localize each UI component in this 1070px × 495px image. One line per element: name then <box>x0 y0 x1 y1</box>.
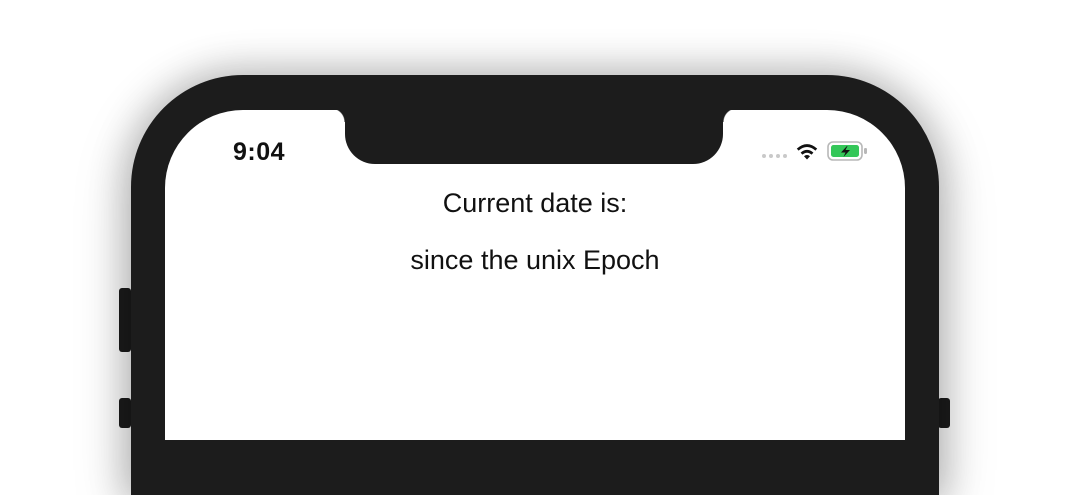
phone-screen: 9:04 Current date is: since the unix Epo… <box>165 110 905 440</box>
wifi-icon <box>796 144 818 160</box>
power-button <box>938 398 950 428</box>
notch <box>331 110 737 164</box>
status-time: 9:04 <box>233 138 286 166</box>
cellular-signal-icon <box>762 154 787 158</box>
battery-charging-icon <box>827 141 867 161</box>
volume-up-button <box>119 288 131 352</box>
status-icons <box>762 140 869 162</box>
volume-down-button <box>119 398 131 428</box>
current-date-label: Current date is: <box>442 188 628 218</box>
app-content: Current date is: since the unix Epoch <box>165 190 905 274</box>
epoch-label: since the unix Epoch <box>410 245 660 275</box>
